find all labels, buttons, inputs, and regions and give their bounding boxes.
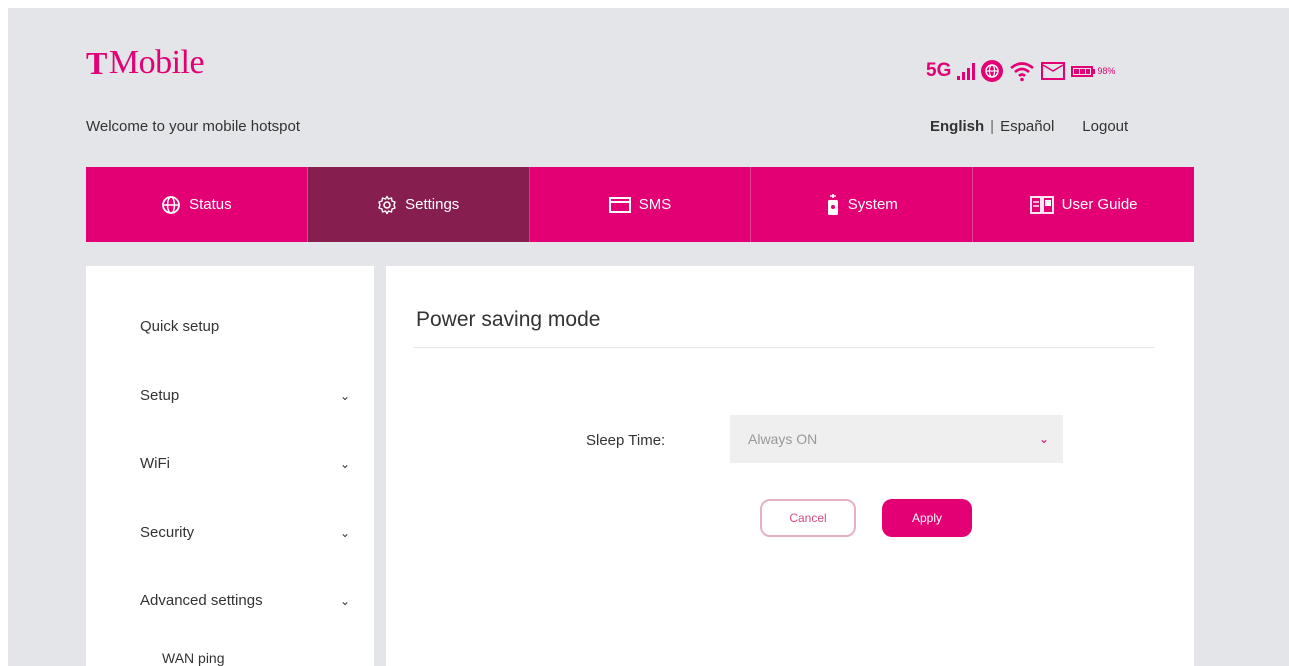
network-type: 5G xyxy=(926,60,952,81)
chevron-down-icon: ⌄ xyxy=(339,525,350,540)
page-title: Power saving mode xyxy=(416,308,601,331)
chevron-down-icon: ⌄ xyxy=(1038,432,1049,446)
wifi-icon xyxy=(1010,62,1035,82)
chevron-down-icon: ⌄ xyxy=(339,388,350,403)
mail-icon xyxy=(608,196,631,213)
lang-spanish[interactable]: Español xyxy=(1000,118,1054,135)
chevron-down-icon: ⌄ xyxy=(339,593,350,608)
nav-system-label: System xyxy=(847,196,898,213)
sleep-time-value: Always ON xyxy=(748,431,818,447)
title-divider xyxy=(414,347,1154,348)
cancel-button[interactable]: Cancel xyxy=(760,499,856,537)
battery-icon: 98% xyxy=(1071,65,1116,77)
nav-settings[interactable]: Settings xyxy=(307,167,530,242)
device-icon xyxy=(827,193,838,215)
chevron-down-icon: ⌄ xyxy=(339,456,350,471)
sidebar-item-advanced-settings[interactable]: Advanced settings ⌄ xyxy=(140,592,350,609)
t-logo-mark: T xyxy=(86,44,107,81)
sidebar-item-quick-setup[interactable]: Quick setup xyxy=(140,318,350,335)
gear-icon xyxy=(378,195,396,214)
nav-sms-label: SMS xyxy=(638,196,672,213)
sidebar-item-label: Quick setup xyxy=(140,318,220,335)
nav-status-label: Status xyxy=(189,196,232,213)
sidebar-item-label: Advanced settings xyxy=(140,592,263,609)
main-nav: Status Settings SMS System User Guide xyxy=(86,167,1194,242)
main-panel: Power saving mode Sleep Time: Always ON … xyxy=(386,266,1194,666)
language-bar: English | Español Logout xyxy=(930,118,1128,135)
sidebar-item-label: Setup xyxy=(140,387,180,404)
apply-button[interactable]: Apply xyxy=(882,499,972,537)
book-icon xyxy=(1029,195,1054,214)
sidebar-item-wifi[interactable]: WiFi ⌄ xyxy=(140,455,350,472)
tmobile-logo[interactable]: T Mobile xyxy=(86,44,205,82)
status-icons: 5G 98% xyxy=(926,60,1115,82)
nav-sms[interactable]: SMS xyxy=(530,167,752,242)
battery-percent: 98% xyxy=(1097,66,1116,76)
globe-icon xyxy=(981,60,1004,82)
globe-icon xyxy=(162,195,181,214)
mail-icon xyxy=(1041,62,1066,80)
lang-english[interactable]: English xyxy=(930,118,984,135)
sidebar-item-security[interactable]: Security ⌄ xyxy=(140,524,350,541)
lang-separator: | xyxy=(990,118,995,135)
logout-link[interactable]: Logout xyxy=(1082,118,1128,135)
sidebar-item-setup[interactable]: Setup ⌄ xyxy=(140,387,350,404)
nav-user-guide[interactable]: User Guide xyxy=(973,167,1194,242)
sidebar-item-label: WiFi xyxy=(140,455,170,472)
nav-settings-label: Settings xyxy=(405,196,460,213)
nav-user-guide-label: User Guide xyxy=(1061,196,1138,213)
welcome-text: Welcome to your mobile hotspot xyxy=(86,118,300,135)
settings-sidebar: Quick setup Setup ⌄ WiFi ⌄ Security ⌄ Ad… xyxy=(86,266,374,666)
logo-text: Mobile xyxy=(108,44,205,81)
sleep-time-label: Sleep Time: xyxy=(586,432,666,449)
nav-system[interactable]: System xyxy=(751,167,974,242)
sidebar-subitem-wan-ping[interactable]: WAN ping xyxy=(162,650,225,666)
sidebar-item-label: Security xyxy=(140,524,195,541)
signal-icon xyxy=(957,62,976,80)
nav-status[interactable]: Status xyxy=(86,167,308,242)
sleep-time-select[interactable]: Always ON ⌄ xyxy=(730,415,1063,463)
